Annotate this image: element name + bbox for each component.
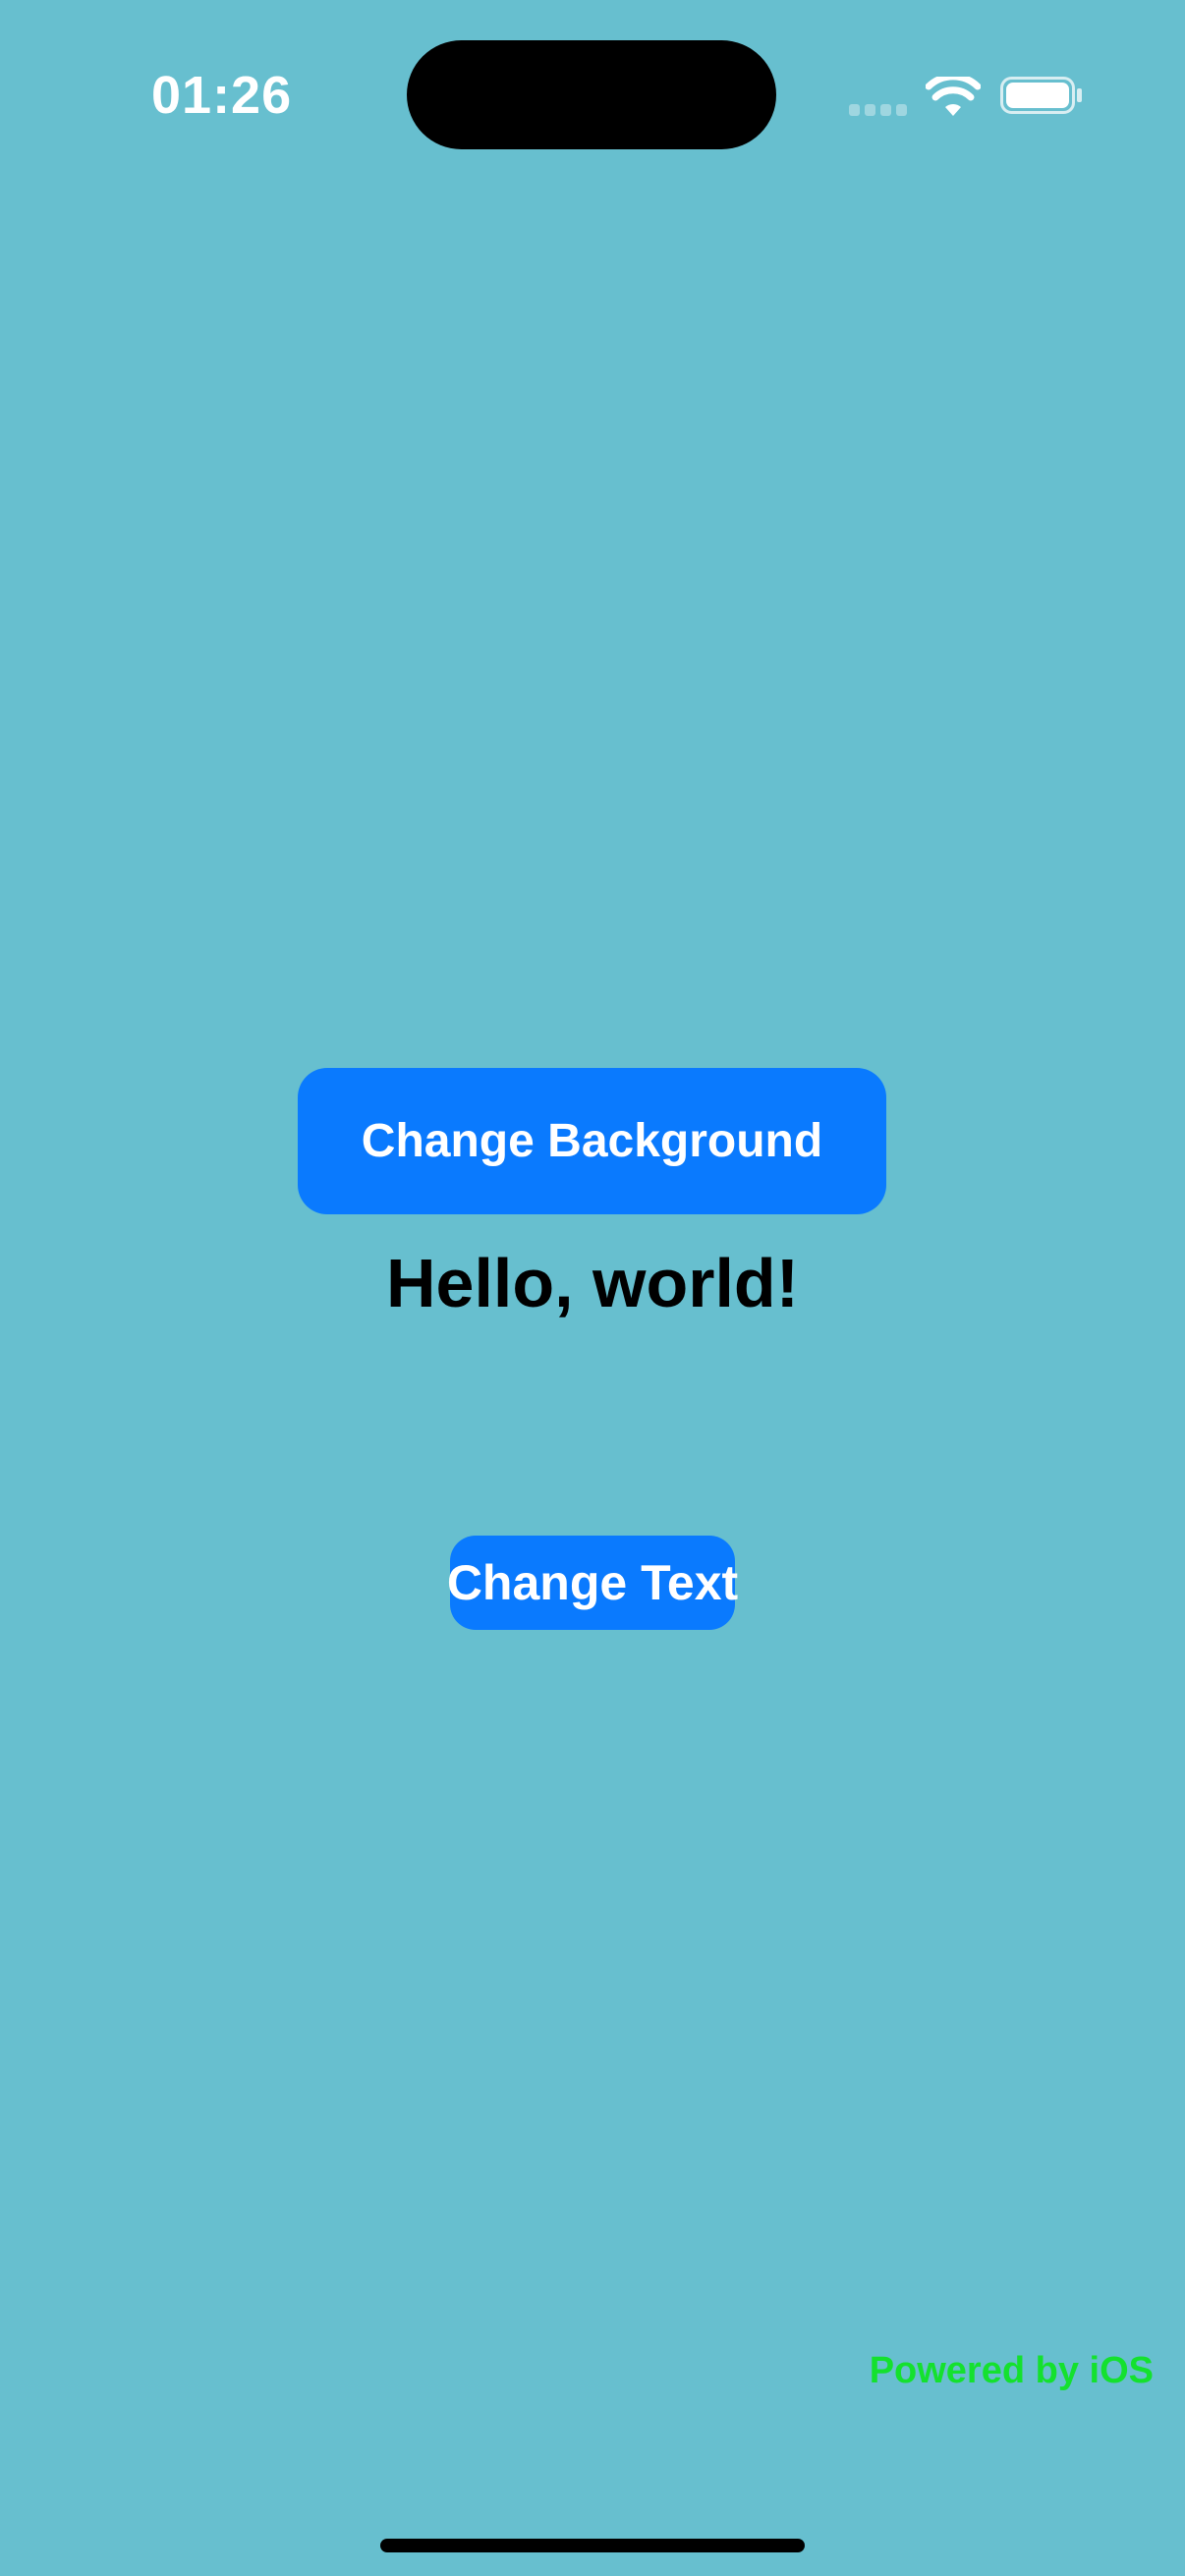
greeting-text: Hello, world! bbox=[386, 1245, 799, 1321]
dynamic-island bbox=[407, 40, 776, 149]
change-text-button[interactable]: Change Text bbox=[447, 1536, 738, 1630]
home-indicator[interactable] bbox=[380, 2539, 805, 2552]
cell-signal-icon bbox=[849, 104, 908, 116]
app-screen: 01:26 Change Background Hello, world! Ch… bbox=[0, 0, 1185, 2576]
battery-icon bbox=[1000, 77, 1082, 114]
change-background-button[interactable]: Change Background bbox=[298, 1068, 886, 1214]
wifi-icon bbox=[926, 77, 981, 116]
powered-by-label: Powered by iOS bbox=[869, 2350, 1154, 2391]
status-time: 01:26 bbox=[151, 66, 293, 125]
